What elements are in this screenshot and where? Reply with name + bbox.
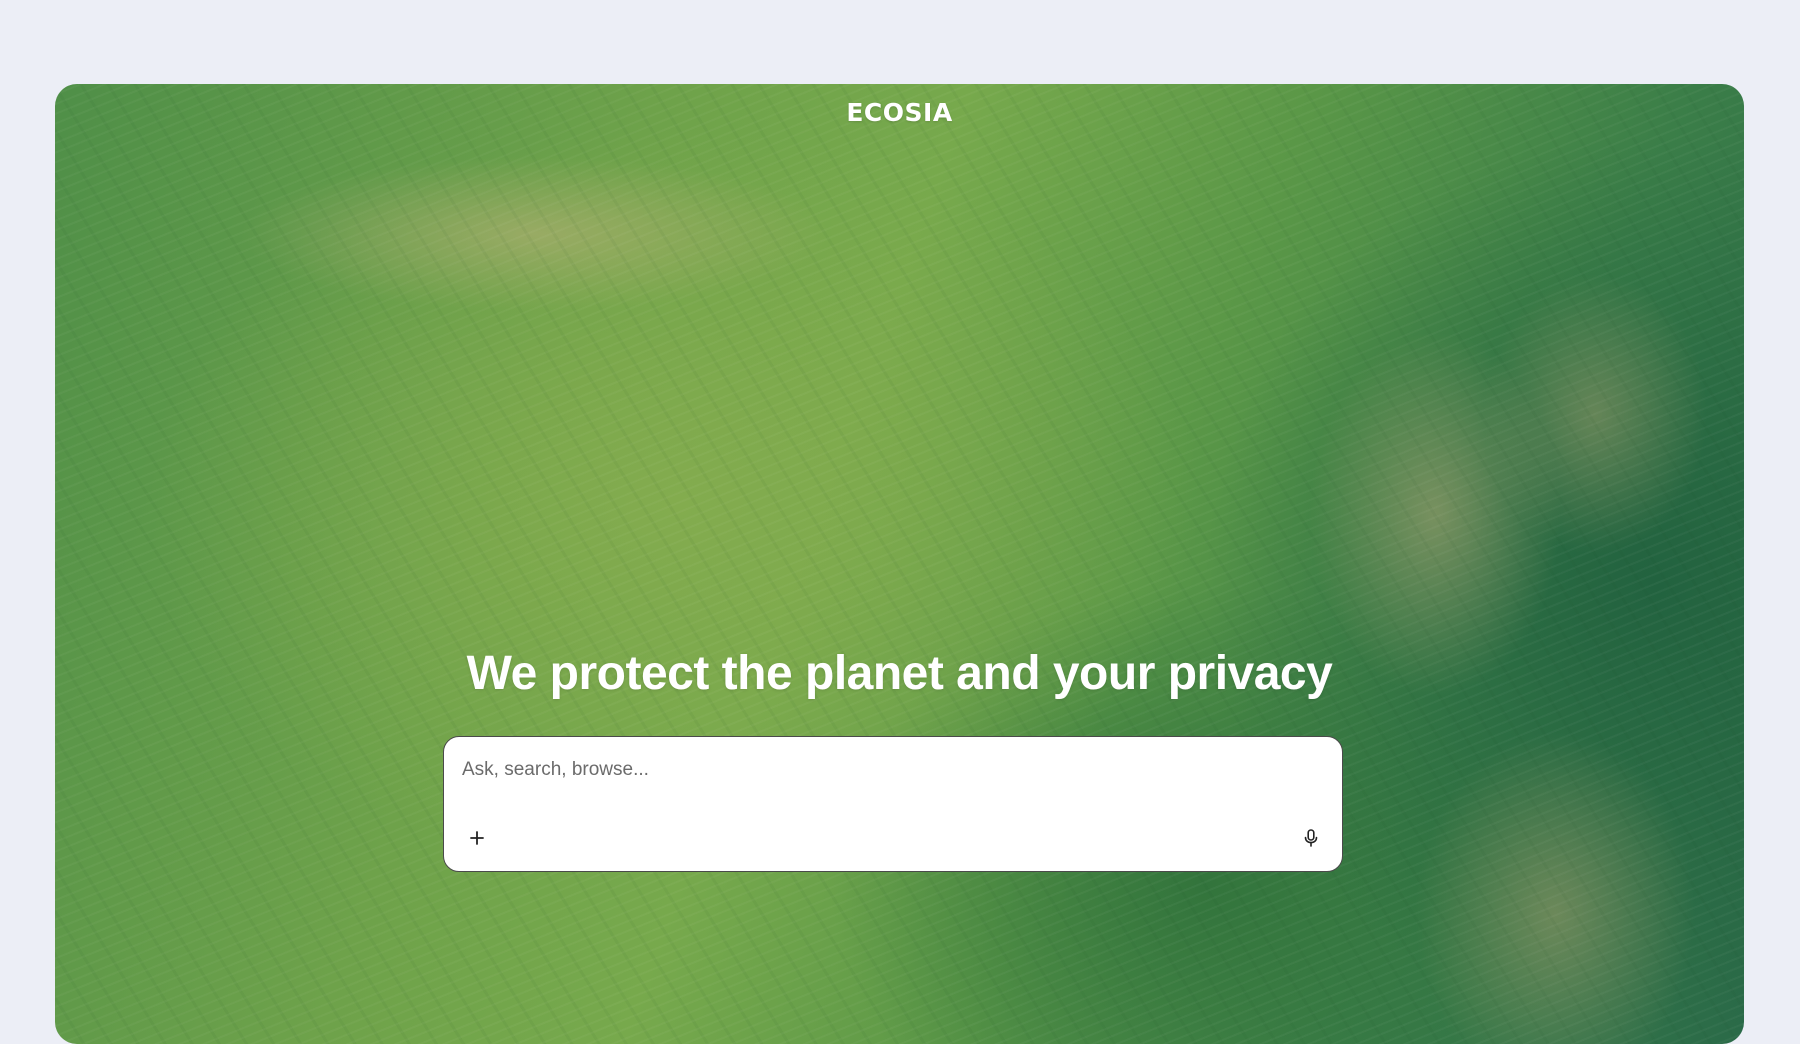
plus-icon bbox=[470, 831, 484, 845]
microphone-icon bbox=[1304, 829, 1318, 847]
hero-background-texture bbox=[55, 84, 1744, 1044]
ecosia-logo[interactable]: ECOSIA bbox=[55, 98, 1744, 127]
add-button[interactable] bbox=[466, 827, 488, 849]
search-input[interactable] bbox=[462, 755, 1302, 785]
hero-banner: ECOSIA We protect the planet and your pr… bbox=[55, 84, 1744, 1044]
hero-headline: We protect the planet and your privacy bbox=[466, 647, 1333, 700]
search-box bbox=[443, 736, 1343, 872]
voice-search-button[interactable] bbox=[1300, 827, 1322, 849]
